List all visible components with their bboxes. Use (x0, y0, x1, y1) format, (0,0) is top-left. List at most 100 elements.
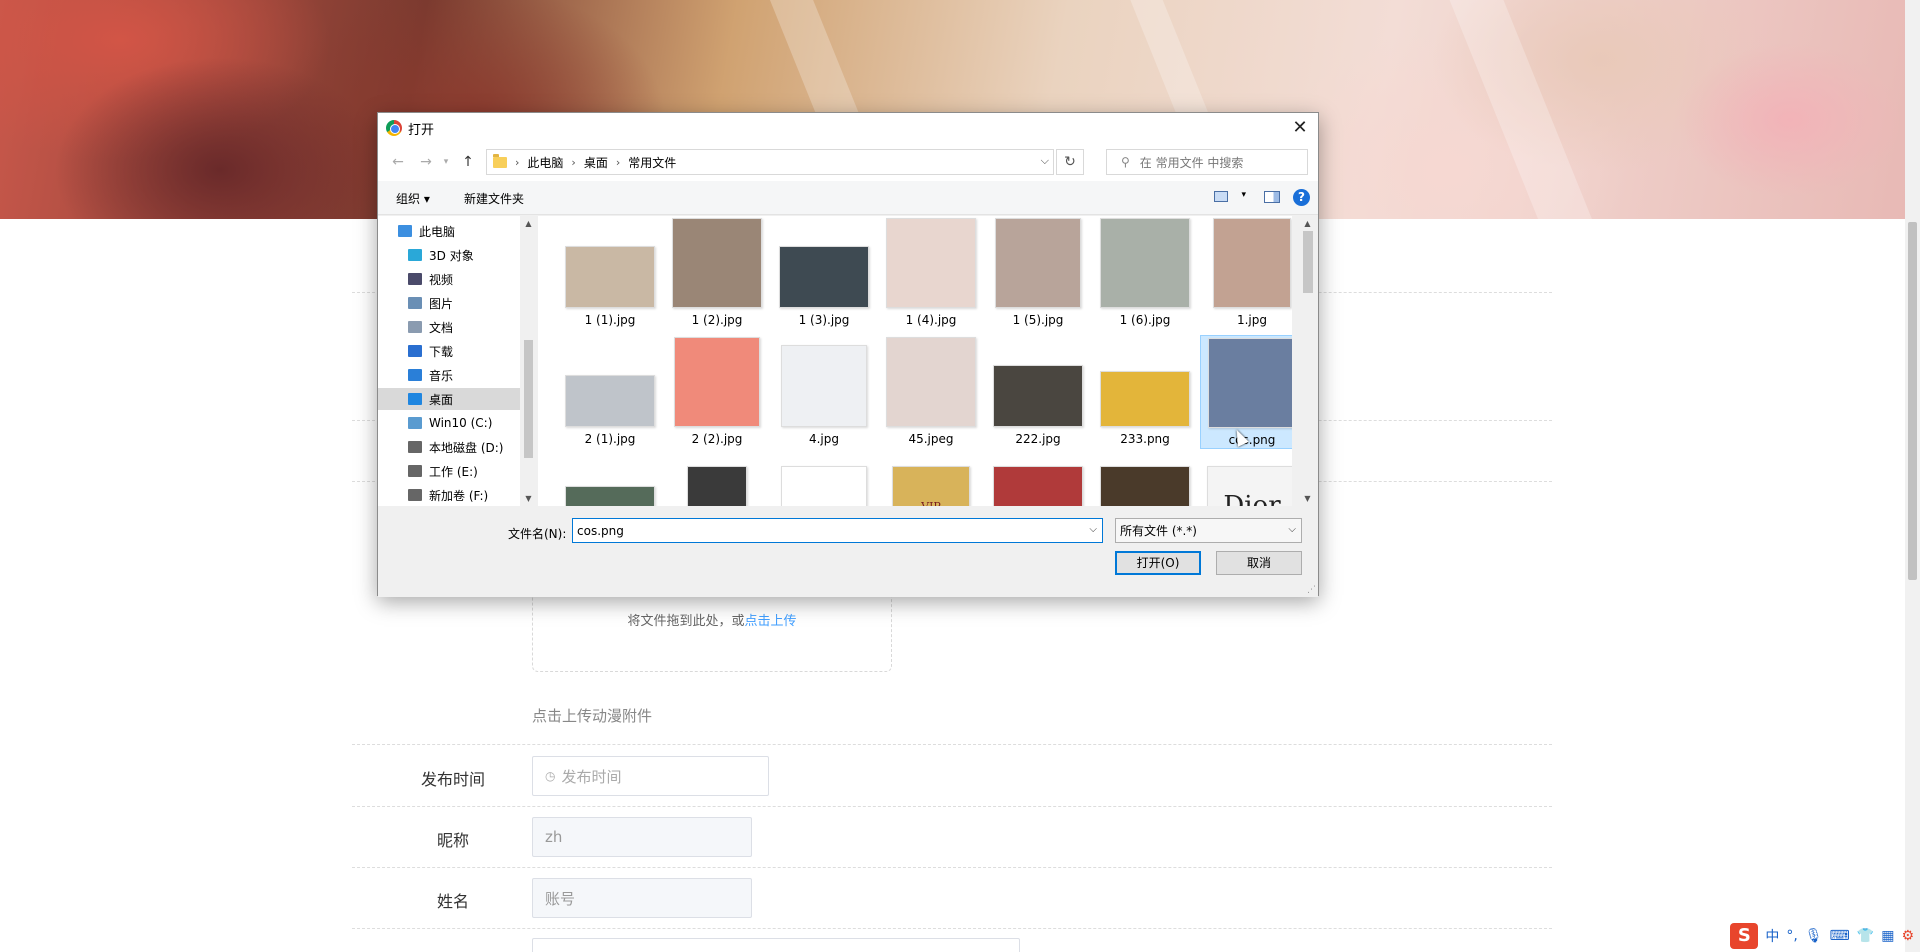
tree-item[interactable]: 文档 (378, 316, 520, 338)
scroll-up-icon[interactable]: ▲ (1299, 219, 1316, 228)
forward-arrow-icon[interactable]: → (416, 152, 436, 172)
file-item[interactable] (1093, 454, 1197, 506)
file-item[interactable]: Dior (1200, 454, 1292, 506)
up-arrow-icon[interactable]: ↑ (458, 152, 478, 172)
back-arrow-icon[interactable]: ← (388, 152, 408, 172)
file-thumbnail (886, 218, 976, 308)
file-item[interactable]: 1 (2).jpg (665, 216, 769, 330)
nickname-input[interactable]: zh (532, 817, 752, 857)
file-item[interactable]: 222.jpg (986, 335, 1090, 449)
dialog-titlebar[interactable]: 打开 ✕ (378, 113, 1318, 143)
chevron-down-icon[interactable]: ⌵ (1041, 154, 1049, 168)
close-icon[interactable]: ✕ (1288, 116, 1312, 140)
form-divider (352, 806, 1552, 807)
tree-item[interactable]: 图片 (378, 292, 520, 314)
ime-mode-toggle[interactable]: 中 (1765, 926, 1779, 946)
upload-hint: 将文件拖到此处，或点击上传 (533, 610, 891, 629)
file-item[interactable]: cos.png (1200, 335, 1292, 449)
navigation-bar: ← → ▾ ↑ › 此电脑 › 桌面 › 常用文件 ⌵ ↻ ⚲ 在 常用文件 中… (378, 143, 1318, 181)
chevron-down-icon[interactable]: ⌵ (1288, 524, 1296, 535)
tree-item[interactable]: Win10 (C:) (378, 412, 520, 434)
help-icon[interactable]: ? (1293, 189, 1310, 206)
upload-link[interactable]: 点击上传 (745, 614, 797, 629)
breadcrumb-this-pc[interactable]: 此电脑 (527, 154, 563, 171)
dialog-toolbar: 组织 ▾ 新建文件夹 ▾ ? (378, 181, 1318, 215)
tree-item[interactable]: 3D 对象 (378, 244, 520, 266)
file-item[interactable]: 4.jpg (772, 335, 876, 449)
scroll-up-icon[interactable]: ▲ (520, 219, 537, 228)
chevron-down-icon[interactable]: ⌵ (1089, 524, 1097, 535)
grid-menu-icon[interactable]: ▦ (1881, 928, 1894, 944)
file-name: 1 (6).jpg (1119, 313, 1171, 327)
cancel-button[interactable]: 取消 (1216, 551, 1302, 575)
breadcrumb-desktop[interactable]: 桌面 (584, 154, 608, 171)
tree-item[interactable]: 工作 (E:) (378, 460, 520, 482)
filename-input[interactable]: cos.png ⌵ (572, 518, 1103, 543)
breadcrumb-common-files[interactable]: 常用文件 (628, 154, 676, 171)
dialog-footer: 文件名(N): cos.png ⌵ 所有文件 (*.*) ⌵ 打开(O) 取消 … (378, 506, 1318, 597)
file-item[interactable]: 1 (1).jpg (558, 216, 662, 330)
name-input[interactable]: 账号 (532, 878, 752, 918)
tree-scrollbar[interactable]: ▲ ▼ (520, 216, 537, 506)
file-item[interactable] (986, 454, 1090, 506)
file-item[interactable] (772, 454, 876, 506)
files-scrollbar-thumb[interactable] (1303, 231, 1313, 293)
file-grid: 1 (1).jpg 1 (2).jpg 1 (3).jpg 1 (4).jpg 1 (5… (538, 216, 1292, 506)
microphone-icon[interactable]: 🎙 (1805, 928, 1823, 944)
open-button[interactable]: 打开(O) (1115, 551, 1201, 575)
recent-chevron-icon[interactable]: ▾ (436, 152, 456, 172)
publish-time-placeholder: 发布时间 (561, 767, 622, 786)
file-item[interactable]: 45.jpeg (879, 335, 983, 449)
open-file-dialog: 打开 ✕ ← → ▾ ↑ › 此电脑 › 桌面 › 常用文件 ⌵ ↻ ⚲ 在 常… (377, 112, 1319, 597)
scroll-down-icon[interactable]: ▼ (1299, 494, 1316, 503)
preview-pane-icon[interactable] (1264, 191, 1280, 203)
chevron-down-icon[interactable]: ▾ (1241, 190, 1246, 200)
scroll-down-icon[interactable]: ▼ (520, 494, 537, 503)
files-scrollbar[interactable]: ▲ ▼ (1299, 216, 1317, 506)
drive-icon (408, 441, 422, 453)
filetype-select[interactable]: 所有文件 (*.*) ⌵ (1115, 518, 1302, 543)
gear-icon[interactable]: ⚙ (1901, 928, 1914, 944)
tree-item[interactable]: 新加卷 (F:) (378, 484, 520, 506)
file-thumbnail (995, 218, 1081, 308)
search-box[interactable]: ⚲ 在 常用文件 中搜索 (1106, 149, 1308, 175)
resize-grip-icon[interactable]: ⋰ (1307, 585, 1316, 595)
file-item[interactable]: 2 (1).jpg (558, 335, 662, 449)
file-item[interactable]: 233.png (1093, 335, 1197, 449)
file-item[interactable]: 1 (3).jpg (772, 216, 876, 330)
file-item[interactable] (665, 454, 769, 506)
organize-button[interactable]: 组织 ▾ (396, 190, 430, 207)
tree-item[interactable]: 下载 (378, 340, 520, 362)
punctuation-icon[interactable]: °, (1786, 928, 1797, 944)
file-item[interactable]: VIP (879, 454, 983, 506)
page-scrollbar-thumb[interactable] (1908, 222, 1917, 580)
tree-item[interactable]: 本地磁盘 (D:) (378, 436, 520, 458)
view-options-icon[interactable] (1214, 191, 1228, 202)
tree-item[interactable]: 桌面 (378, 388, 520, 410)
name-label: 姓名 (436, 892, 469, 911)
page-scrollbar[interactable] (1905, 0, 1920, 952)
next-input[interactable] (532, 938, 1020, 952)
tree-item[interactable]: 音乐 (378, 364, 520, 386)
tree-item[interactable]: 视频 (378, 268, 520, 290)
refresh-icon[interactable]: ↻ (1056, 149, 1084, 175)
file-item[interactable]: 1 (5).jpg (986, 216, 1090, 330)
file-item[interactable] (558, 454, 662, 506)
file-thumbnail (886, 337, 976, 427)
nickname-value: zh (545, 828, 563, 846)
file-item[interactable]: 2 (2).jpg (665, 335, 769, 449)
publish-time-input[interactable]: ◷ 发布时间 (532, 756, 769, 796)
tree-scrollbar-thumb[interactable] (524, 340, 533, 458)
file-item[interactable]: 1 (6).jpg (1093, 216, 1197, 330)
skin-shirt-icon[interactable]: 👕 (1857, 928, 1874, 944)
file-item[interactable]: 1.jpg (1200, 216, 1292, 330)
video-icon (408, 273, 422, 285)
tree-item[interactable]: 此电脑 (378, 220, 520, 242)
file-item[interactable]: 1 (4).jpg (879, 216, 983, 330)
file-thumbnail (565, 486, 655, 506)
file-thumbnail (672, 218, 762, 308)
new-folder-button[interactable]: 新建文件夹 (464, 190, 524, 207)
address-bar[interactable]: › 此电脑 › 桌面 › 常用文件 ⌵ (486, 149, 1054, 175)
sogou-logo-icon[interactable]: S (1730, 923, 1759, 949)
keyboard-icon[interactable]: ⌨ (1830, 928, 1850, 944)
